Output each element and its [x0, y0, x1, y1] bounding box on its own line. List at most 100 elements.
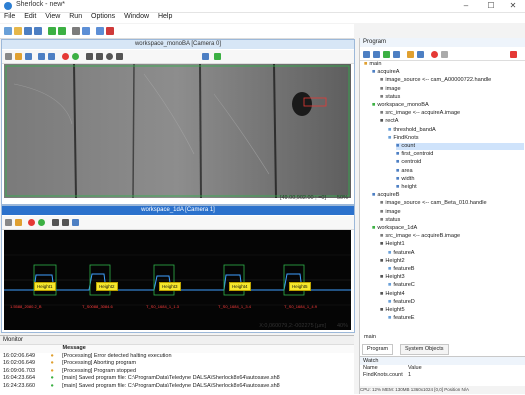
ellipse-tool-icon[interactable] [106, 53, 113, 60]
tree-node-label: Height2 [385, 257, 405, 264]
tree-node[interactable]: ■ image [380, 86, 524, 93]
menu-run[interactable]: Run [69, 13, 82, 20]
save-icon[interactable] [24, 27, 32, 35]
pause-icon[interactable] [96, 27, 104, 35]
maximize-button[interactable]: ☐ [480, 1, 502, 11]
tree-node[interactable]: ■ area [396, 168, 524, 175]
menu-options[interactable]: Options [91, 13, 115, 20]
tree-node[interactable]: ■ Height2 [380, 258, 524, 265]
step-icon[interactable] [393, 51, 400, 58]
run-icon[interactable] [383, 51, 390, 58]
tree-node[interactable]: ■ workspace_monoBA [372, 102, 524, 109]
save-icon[interactable] [72, 219, 79, 226]
settings-icon[interactable] [214, 53, 221, 60]
tree-node-label: width [401, 175, 415, 182]
monitor-row[interactable]: 16:02:06.649 ● [Processing] Aborting pro… [0, 360, 354, 368]
line-tool-icon[interactable] [86, 53, 93, 60]
monitor-row[interactable]: 16:02:06.649 ● [Processing] Error detect… [0, 353, 354, 361]
tree-node[interactable]: ■ FindKnots [388, 135, 524, 142]
rect-tool-icon[interactable] [52, 219, 59, 226]
tree-node[interactable]: ■ Height1 [380, 241, 524, 248]
tree-node[interactable]: ■ first_centroid [396, 151, 524, 158]
circle-icon[interactable] [441, 51, 448, 58]
monitor-row[interactable]: 16:04:23.664 ● [main] Saved program file… [0, 375, 354, 383]
live-icon[interactable] [72, 53, 79, 60]
hand-tool-icon[interactable] [15, 219, 22, 226]
step-icon[interactable] [72, 27, 80, 35]
menu-edit[interactable]: Edit [24, 13, 36, 20]
new-file-icon[interactable] [4, 27, 12, 35]
tree-node[interactable]: ■ acquireA [372, 69, 524, 76]
tree-node[interactable]: ■ status [380, 94, 524, 101]
delete-icon[interactable] [510, 51, 517, 58]
minimize-button[interactable]: – [455, 1, 477, 11]
tree-node[interactable]: ■ image [380, 209, 524, 216]
live-icon[interactable] [38, 219, 45, 226]
tab-system-objects[interactable]: System Objects [400, 344, 449, 355]
tree-node[interactable]: ■ Height5 [380, 307, 524, 314]
tree-node[interactable]: ■ featureA [388, 250, 524, 257]
zoom-out-icon[interactable] [38, 53, 45, 60]
zoom-in-icon[interactable] [48, 53, 55, 60]
record-icon[interactable] [431, 51, 438, 58]
tree-node[interactable]: ■ image_source <-- cam_Beta_010.handle [380, 200, 524, 207]
tree-node[interactable]: ■ threshold_bandA [388, 127, 524, 134]
camera-icon[interactable] [25, 53, 32, 60]
save-as-icon[interactable] [34, 27, 42, 35]
profile-view[interactable]: Height1 Height2 Height3 Height4 Height5 … [4, 230, 351, 330]
tree-node[interactable]: ■ featureD [388, 299, 524, 306]
tree-node[interactable]: ■ featureB [388, 266, 524, 273]
pane-title: workspace_monoBA [Camera 0] [2, 40, 354, 49]
grid-icon[interactable] [82, 27, 90, 35]
tree-node[interactable]: ■ Height4 [380, 291, 524, 298]
tree-node[interactable]: ■ image_source <-- cam_A00000722.handle [380, 77, 524, 84]
tree-node[interactable]: ■ width [396, 176, 524, 183]
tree-node[interactable]: ■ centroid [396, 159, 524, 166]
run-icon[interactable] [48, 27, 56, 35]
tree-node[interactable]: ■ src_image <-- acquireB.image [380, 233, 524, 240]
move-icon[interactable] [417, 51, 424, 58]
monitor-row[interactable]: 16:09:06.703 ● [Processing] Program stop… [0, 368, 354, 376]
tree-node[interactable]: ■ status [380, 217, 524, 224]
tree-node[interactable]: ■ acquireB [372, 192, 524, 199]
tree-node[interactable]: ■ featureC [388, 282, 524, 289]
monitor-row[interactable]: 16:24:23.660 ● [main] Saved program file… [0, 383, 354, 391]
tree-node[interactable]: ■ workspace_1dA [372, 225, 524, 232]
menu-view[interactable]: View [45, 13, 60, 20]
stop-icon[interactable] [106, 27, 114, 35]
tree-node[interactable]: ■ height [396, 184, 524, 191]
poly-tool-icon[interactable] [116, 53, 123, 60]
wood-image-view[interactable] [4, 64, 351, 198]
record-icon[interactable] [62, 53, 69, 60]
tree-node[interactable]: ■ count [396, 143, 524, 150]
run-continuous-icon[interactable] [58, 27, 66, 35]
warning-dot-icon: ● [50, 352, 54, 359]
close-button[interactable]: ✕ [502, 1, 524, 11]
record-icon[interactable] [28, 219, 35, 226]
copy-icon[interactable] [373, 51, 380, 58]
folder-icon[interactable] [407, 51, 414, 58]
tree-node[interactable]: ■ Height3 [380, 274, 524, 281]
pointer-tool-icon[interactable] [5, 219, 12, 226]
hand-tool-icon[interactable] [15, 53, 22, 60]
tree-node-label: Height4 [385, 290, 405, 297]
menu-help[interactable]: Help [158, 13, 172, 20]
open-folder-icon[interactable] [14, 27, 22, 35]
pointer-tool-icon[interactable] [5, 53, 12, 60]
tree-node[interactable]: ■ rectA [380, 118, 524, 125]
tree-node-label: count [401, 143, 416, 149]
menu-file[interactable]: File [4, 13, 15, 20]
rect-tool-icon[interactable] [96, 53, 103, 60]
line-tool-icon[interactable] [62, 219, 69, 226]
watch-row[interactable]: FindKnots.count 1 [360, 372, 525, 379]
alg-icon: ■ [388, 266, 392, 272]
add-icon[interactable] [363, 51, 370, 58]
tree-node[interactable]: ■ featureE [388, 315, 524, 322]
tree-node[interactable]: ■ src_image <-- acquireA.image [380, 110, 524, 117]
tab-program[interactable]: Program [362, 344, 394, 355]
monitor-time: 16:02:06.649 [3, 360, 36, 367]
menu-window[interactable]: Window [124, 13, 149, 20]
tree-node-label: src_image <-- acquireA.image [385, 110, 461, 117]
tree-node[interactable]: ■ main [364, 61, 524, 68]
gear-icon[interactable] [202, 53, 209, 60]
